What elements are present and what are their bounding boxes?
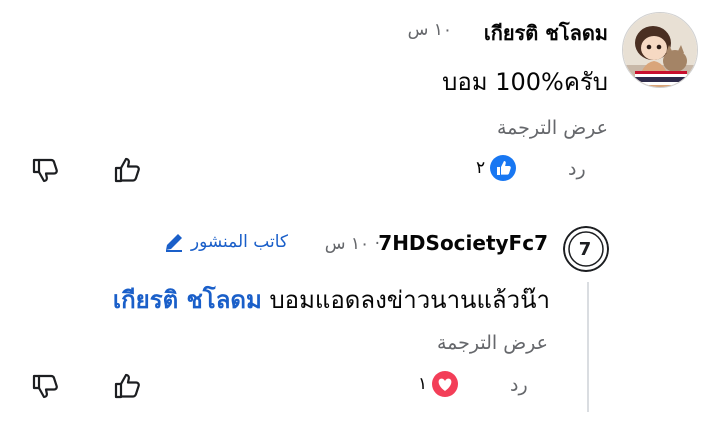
comment-body: บอมแอดลงข่าวนานแล้วน๊า [261, 286, 550, 314]
comment-author-name[interactable]: เกียรติ ชโลดม [484, 17, 608, 49]
reaction-summary[interactable]: ١ [418, 368, 459, 400]
like-icon [489, 154, 517, 182]
author-badge: كاتب المنشور [163, 231, 288, 253]
comment-timestamp[interactable]: ١٠ س · [325, 234, 380, 254]
avatar[interactable]: 7 [563, 226, 609, 272]
see-translation-link[interactable]: عرض الترجمة [437, 332, 548, 354]
comment-timestamp[interactable]: ١٠ س [408, 20, 452, 40]
comment-text: บอม 100%ครับ [442, 68, 608, 96]
thumbs-up-icon[interactable] [112, 154, 144, 186]
reaction-summary[interactable]: ٢ [476, 152, 517, 184]
comment-text: เกียรติ ชโลดม บอมแอดลงข่าวนานแล้วน๊า [113, 280, 550, 319]
thumbs-up-icon[interactable] [112, 370, 144, 402]
comment-author-name[interactable]: 7HDSocietyFc7 [378, 231, 548, 255]
dislike-icon[interactable] [30, 370, 62, 402]
reaction-count: ١ [418, 374, 428, 394]
reply-button[interactable]: رد [568, 158, 586, 180]
love-icon [431, 370, 459, 398]
author-label: كاتب المنشور [190, 232, 288, 252]
dislike-icon[interactable] [30, 154, 62, 186]
svg-text:7: 7 [579, 239, 592, 260]
see-translation-link[interactable]: عرض الترجمة [497, 117, 608, 139]
thread-line [587, 282, 589, 412]
reply-button[interactable]: رد [510, 374, 528, 396]
pencil-icon [163, 231, 185, 253]
reaction-count: ٢ [476, 158, 486, 178]
mention-link[interactable]: เกียรติ ชโลดม [113, 286, 262, 314]
avatar[interactable] [622, 12, 698, 88]
